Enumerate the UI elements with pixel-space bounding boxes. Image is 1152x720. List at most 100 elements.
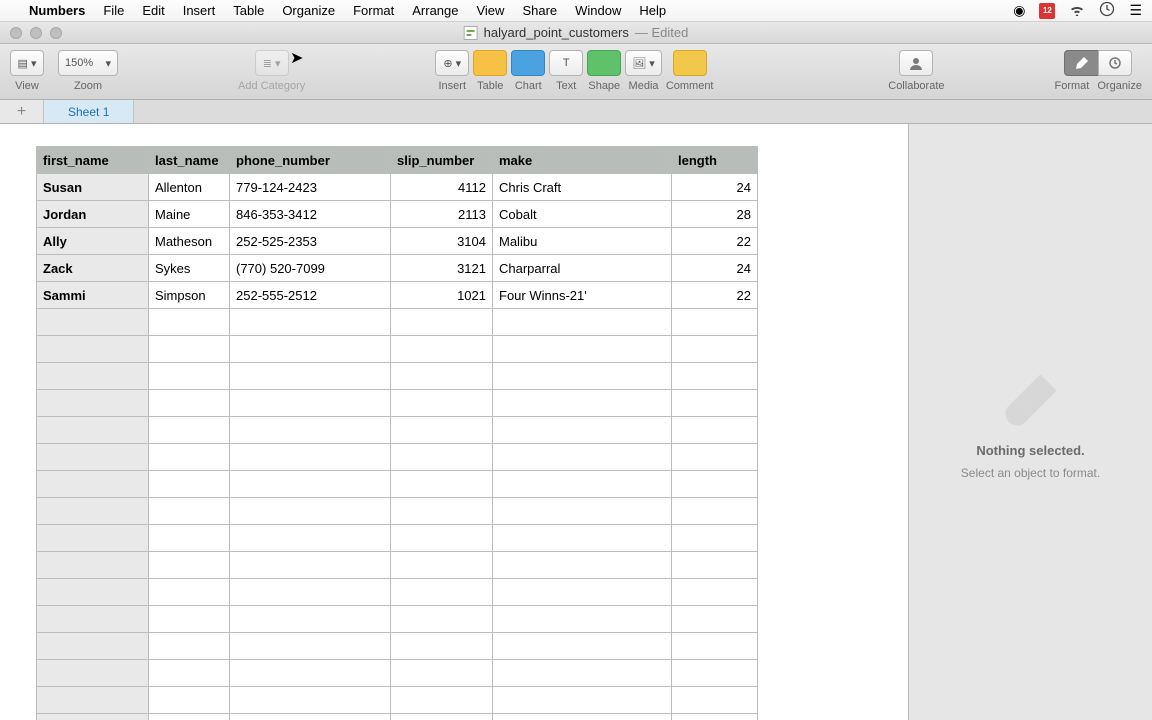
cell[interactable] <box>391 471 493 498</box>
zoom-window-button[interactable] <box>50 27 62 39</box>
cell[interactable] <box>37 390 149 417</box>
spreadsheet-table[interactable]: first_name last_name phone_number slip_n… <box>36 146 758 720</box>
cell[interactable] <box>230 525 391 552</box>
cell[interactable]: 24 <box>672 255 758 282</box>
cell[interactable] <box>391 336 493 363</box>
cell[interactable] <box>672 309 758 336</box>
cell[interactable]: Ally <box>37 228 149 255</box>
cell[interactable]: Zack <box>37 255 149 282</box>
menu-help[interactable]: Help <box>630 3 675 18</box>
cell[interactable]: 779-124-2423 <box>230 174 391 201</box>
cell[interactable] <box>230 309 391 336</box>
cell[interactable] <box>37 363 149 390</box>
col-first-name[interactable]: first_name <box>37 147 149 174</box>
cell[interactable] <box>391 579 493 606</box>
cell[interactable]: Cobalt <box>493 201 672 228</box>
cell[interactable] <box>672 714 758 720</box>
cell[interactable] <box>37 309 149 336</box>
table-button[interactable] <box>473 50 507 76</box>
table-row[interactable] <box>37 714 758 720</box>
menu-table[interactable]: Table <box>224 3 273 18</box>
shape-button[interactable] <box>587 50 621 76</box>
cell[interactable] <box>149 390 230 417</box>
canvas[interactable]: first_name last_name phone_number slip_n… <box>0 124 908 720</box>
cell[interactable] <box>230 714 391 720</box>
menu-extras-icon[interactable]: ☰ <box>1129 2 1142 19</box>
clock-icon[interactable] <box>1099 1 1115 20</box>
cell[interactable] <box>493 525 672 552</box>
cell[interactable] <box>672 417 758 444</box>
cell[interactable]: 846-353-3412 <box>230 201 391 228</box>
table-row[interactable]: Zack Sykes (770) 520-7099 3121 Charparra… <box>37 255 758 282</box>
cell[interactable] <box>37 633 149 660</box>
cell[interactable] <box>230 498 391 525</box>
cell[interactable]: Jordan <box>37 201 149 228</box>
cell[interactable] <box>672 336 758 363</box>
table-row[interactable] <box>37 552 758 579</box>
cell[interactable] <box>493 498 672 525</box>
cell[interactable] <box>391 714 493 720</box>
cell[interactable]: Susan <box>37 174 149 201</box>
table-row[interactable] <box>37 525 758 552</box>
cell[interactable] <box>230 471 391 498</box>
cell[interactable] <box>230 444 391 471</box>
cell[interactable] <box>391 552 493 579</box>
header-row[interactable]: first_name last_name phone_number slip_n… <box>37 147 758 174</box>
cell[interactable] <box>672 471 758 498</box>
cell[interactable]: 252-525-2353 <box>230 228 391 255</box>
cell[interactable] <box>37 552 149 579</box>
cell[interactable] <box>230 687 391 714</box>
cell[interactable] <box>230 417 391 444</box>
menu-file[interactable]: File <box>94 3 133 18</box>
record-icon[interactable]: ◉ <box>1013 2 1025 19</box>
cell[interactable] <box>37 525 149 552</box>
cell[interactable] <box>149 687 230 714</box>
cell[interactable] <box>149 525 230 552</box>
cell[interactable] <box>37 660 149 687</box>
cell[interactable]: Allenton <box>149 174 230 201</box>
cell[interactable] <box>391 606 493 633</box>
comment-button[interactable] <box>673 50 707 76</box>
cell[interactable] <box>37 444 149 471</box>
cell[interactable] <box>672 525 758 552</box>
cell[interactable] <box>149 660 230 687</box>
menu-organize[interactable]: Organize <box>273 3 344 18</box>
menu-view[interactable]: View <box>467 3 513 18</box>
cell[interactable] <box>493 336 672 363</box>
cell[interactable]: Simpson <box>149 282 230 309</box>
zoom-dropdown[interactable]: 150%▾ <box>58 50 118 76</box>
cell[interactable]: Four Winns-21' <box>493 282 672 309</box>
table-row[interactable] <box>37 498 758 525</box>
cell[interactable] <box>391 687 493 714</box>
cell[interactable]: (770) 520-7099 <box>230 255 391 282</box>
cell[interactable]: Malibu <box>493 228 672 255</box>
media-button[interactable]: 🖼 ▾ <box>625 50 662 76</box>
cell[interactable] <box>672 363 758 390</box>
col-slip[interactable]: slip_number <box>391 147 493 174</box>
cell[interactable]: Charparral <box>493 255 672 282</box>
cell[interactable]: Matheson <box>149 228 230 255</box>
add-sheet-button[interactable]: + <box>0 100 44 123</box>
table-row[interactable] <box>37 336 758 363</box>
cell[interactable]: Chris Craft <box>493 174 672 201</box>
cell[interactable]: 3104 <box>391 228 493 255</box>
cell[interactable] <box>37 417 149 444</box>
cell[interactable] <box>391 633 493 660</box>
add-category-button[interactable]: ≣ ▾ <box>255 50 289 76</box>
cell[interactable] <box>672 498 758 525</box>
cell[interactable]: 22 <box>672 282 758 309</box>
cell[interactable] <box>230 633 391 660</box>
cell[interactable]: 3121 <box>391 255 493 282</box>
cell[interactable] <box>672 444 758 471</box>
table-row[interactable] <box>37 579 758 606</box>
cell[interactable] <box>37 579 149 606</box>
organize-button[interactable] <box>1098 50 1132 76</box>
table-row[interactable]: Jordan Maine 846-353-3412 2113 Cobalt 28 <box>37 201 758 228</box>
cell[interactable] <box>149 633 230 660</box>
view-button[interactable]: ▤ ▾ <box>10 50 44 76</box>
cell[interactable]: 2113 <box>391 201 493 228</box>
menu-share[interactable]: Share <box>513 3 566 18</box>
cell[interactable] <box>230 660 391 687</box>
col-last-name[interactable]: last_name <box>149 147 230 174</box>
sheet-tab-1[interactable]: Sheet 1 <box>44 100 134 123</box>
